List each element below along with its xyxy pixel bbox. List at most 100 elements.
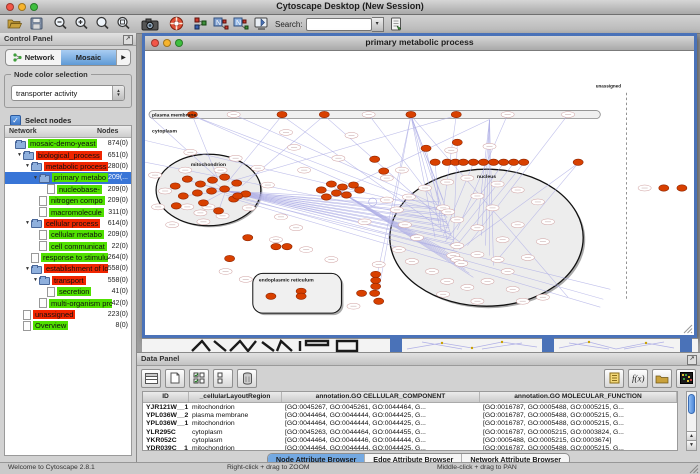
tree-row-macromolecule[interactable]: macromolecule311(0) <box>5 206 131 217</box>
zoom-in-icon[interactable] <box>74 16 89 32</box>
background-window-fragment[interactable] <box>692 338 698 352</box>
search-input[interactable] <box>306 18 372 31</box>
tree-row-multi-organism-pro[interactable]: multi-organism pro42(0) <box>5 297 131 308</box>
selected-gene-node[interactable] <box>371 271 381 277</box>
selected-gene-node[interactable] <box>316 187 326 193</box>
network-canvas[interactable]: plasma membranecytoplasmmitochondrionnuc… <box>145 51 694 335</box>
import-attributes-icon[interactable] <box>652 369 672 388</box>
selected-gene-node[interactable] <box>233 193 243 199</box>
help-lifering-icon[interactable] <box>169 16 184 32</box>
selected-gene-node[interactable] <box>677 185 687 191</box>
selected-gene-node[interactable] <box>458 159 468 165</box>
tree-row-metabolic-process[interactable]: ▼metabolic process280(0) <box>5 161 131 172</box>
select-attributes-icon[interactable] <box>189 369 209 388</box>
tab-mosaic[interactable]: Mosaic <box>61 50 116 65</box>
tree-row-cellular-process[interactable]: ▼cellular process614(0) <box>5 218 131 229</box>
table-scrollbar[interactable]: ▲ ▼ <box>686 391 697 451</box>
selected-gene-node[interactable] <box>509 159 519 165</box>
selected-gene-node[interactable] <box>519 159 529 165</box>
tree-row-nucleobase-[interactable]: nucleobase-209(0) <box>5 184 131 195</box>
expand-arrow-icon[interactable]: ▼ <box>32 175 39 181</box>
unselect-attributes-icon[interactable] <box>213 369 233 388</box>
scroll-down-button[interactable]: ▼ <box>687 440 696 450</box>
selected-gene-node[interactable] <box>371 283 381 289</box>
selected-gene-node[interactable] <box>271 243 281 249</box>
selected-gene-node[interactable] <box>489 159 499 165</box>
annotation-network-icon-2[interactable]: N <box>233 16 249 32</box>
selected-gene-node[interactable] <box>331 190 341 196</box>
tree-row-response-to-stimulu[interactable]: response to stimulu264(0) <box>5 252 131 263</box>
selected-gene-node[interactable] <box>243 235 253 241</box>
selected-gene-node[interactable] <box>499 159 509 165</box>
selected-gene-node[interactable] <box>341 192 351 198</box>
zoom-fit-icon[interactable] <box>95 16 110 32</box>
selected-gene-node[interactable] <box>220 174 230 180</box>
table-row[interactable]: YPL036W__2plasma membrane[GO:0044464, GO… <box>143 411 677 419</box>
tree-row-cellular-metabo[interactable]: cellular metabo209(0) <box>5 229 131 240</box>
selected-gene-node[interactable] <box>573 159 583 165</box>
tree-row-secretion[interactable]: secretion41(0) <box>5 286 131 297</box>
selected-gene-node[interactable] <box>421 145 431 151</box>
selected-gene-node[interactable] <box>178 193 188 199</box>
tree-row-biological-process[interactable]: ▼biological_process651(0) <box>5 149 131 160</box>
selected-gene-node[interactable] <box>195 181 205 187</box>
tab-network[interactable]: Network <box>6 50 61 65</box>
selected-gene-node[interactable] <box>182 176 192 182</box>
tree-row-mosaic-demo-yeast[interactable]: mosaic-demo-yeast874(0) <box>5 138 131 149</box>
selected-gene-node[interactable] <box>379 168 389 174</box>
tree-row-establishment-of-lo[interactable]: ▼establishment of lo558(0) <box>5 263 131 274</box>
column-header-1[interactable]: _cellularLayoutRegion <box>189 392 282 402</box>
selected-gene-node[interactable] <box>170 183 180 189</box>
table-row[interactable]: YKR052Ccytoplasm[GO:0044464, GO:0044446,… <box>143 436 677 444</box>
more-tabs-button[interactable]: ▶ <box>116 50 130 65</box>
selected-gene-node[interactable] <box>192 190 202 196</box>
annotation-network-icon-1[interactable]: N <box>213 16 229 32</box>
selected-gene-node[interactable] <box>430 159 440 165</box>
delete-attribute-icon[interactable] <box>237 369 257 388</box>
tree-row-unassigned[interactable]: unassigned223(0) <box>5 309 131 320</box>
selected-gene-node[interactable] <box>337 184 347 190</box>
function-builder-icon[interactable]: f(x) <box>628 369 648 388</box>
selected-gene-node[interactable] <box>171 203 181 209</box>
selected-gene-node[interactable] <box>326 181 336 187</box>
selected-gene-node[interactable] <box>406 111 416 117</box>
expand-arrow-icon[interactable]: ▼ <box>24 220 31 226</box>
selected-gene-node[interactable] <box>296 293 306 299</box>
matrix-view-icon[interactable] <box>676 369 696 388</box>
save-icon[interactable] <box>30 16 43 32</box>
selected-gene-node[interactable] <box>277 111 287 117</box>
selected-gene-node[interactable] <box>370 290 380 296</box>
zoom-out-icon[interactable] <box>53 16 68 32</box>
attribute-table-icon[interactable] <box>141 369 161 388</box>
scrollbar-thumb[interactable] <box>688 394 695 414</box>
selected-gene-node[interactable] <box>207 177 217 183</box>
float-panel-icon[interactable]: ↗ <box>123 35 133 45</box>
tree-row-nitrogen-compo[interactable]: nitrogen compo209(0) <box>5 195 131 206</box>
tree-col-nodes[interactable]: Nodes <box>97 128 131 135</box>
tree-row-overview[interactable]: Overview8(0) <box>5 320 131 331</box>
selected-gene-node[interactable] <box>213 208 223 214</box>
column-header-0[interactable]: ID <box>143 392 189 402</box>
network-window-titlebar[interactable]: primary metabolic process <box>145 36 694 51</box>
import-monitor-icon[interactable] <box>254 16 269 32</box>
table-row[interactable]: YLR295Ccytoplasm[GO:0045263, GO:0044464,… <box>143 428 677 436</box>
selected-gene-node[interactable] <box>478 159 488 165</box>
selected-gene-node[interactable] <box>659 185 669 191</box>
search-options-icon[interactable] <box>390 16 403 32</box>
selected-gene-node[interactable] <box>321 194 331 200</box>
snapshot-camera-icon[interactable] <box>141 16 159 32</box>
background-window-fragment[interactable] <box>554 338 680 352</box>
selected-gene-node[interactable] <box>452 139 462 145</box>
selected-gene-node[interactable] <box>232 180 242 186</box>
tree-col-network[interactable]: Network <box>5 128 97 135</box>
color-attribute-dropdown[interactable]: transporter activity ▲▼ <box>11 85 125 101</box>
attribute-list-icon[interactable] <box>604 369 624 388</box>
expand-arrow-icon[interactable]: ▼ <box>24 266 31 272</box>
network-small-icon[interactable] <box>194 16 207 32</box>
zoom-selected-icon[interactable] <box>116 16 131 32</box>
table-row[interactable]: YDR039C__1mitochondrion[GO:0044464, GO:0… <box>143 444 677 451</box>
attribute-table-header[interactable]: ID_cellularLayoutRegionannotation.GO CEL… <box>143 392 677 403</box>
selected-gene-node[interactable] <box>374 298 384 304</box>
selected-gene-node[interactable] <box>225 255 235 261</box>
selected-gene-node[interactable] <box>451 111 461 117</box>
